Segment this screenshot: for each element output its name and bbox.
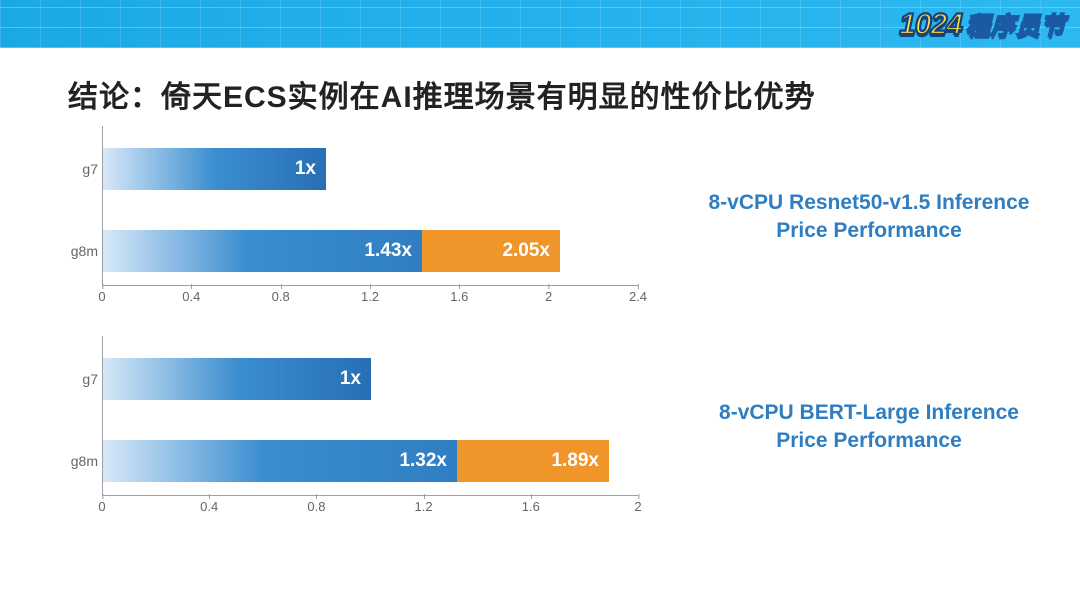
x-tick: 0.4 xyxy=(200,499,218,514)
plot-area: 1x 1.32x 1.89x xyxy=(102,336,638,496)
chart-title-resnet: 8-vCPU Resnet50-v1.5 Inference Price Per… xyxy=(638,189,1080,246)
x-tick: 0.8 xyxy=(272,289,290,304)
bar-label: 1.32x xyxy=(399,450,447,472)
x-tick: 1.6 xyxy=(522,499,540,514)
bar-segment-g8m-1: 1.43x xyxy=(103,230,422,272)
bar-g8m: 1.43x 2.05x xyxy=(103,230,560,272)
x-tick: 1.2 xyxy=(361,289,379,304)
x-tick: 0.4 xyxy=(182,289,200,304)
x-tick: 2 xyxy=(545,289,552,304)
event-badge-number: 1024 xyxy=(899,8,962,42)
event-badge: 1024 程序员节 xyxy=(899,6,1066,42)
y-axis-label-g8m: g8m xyxy=(48,243,98,259)
chart-resnet: g7 g8m 1x 1.43x 2.05x xyxy=(48,126,638,308)
event-badge-text: 程序员节 xyxy=(966,6,1066,41)
bar-g7: 1x xyxy=(103,148,326,190)
y-axis-label-g7: g7 xyxy=(48,161,98,177)
bar-segment-g7: 1x xyxy=(103,358,371,400)
bar-segment-g8m-2: 2.05x xyxy=(422,230,560,272)
y-axis-label-g7: g7 xyxy=(48,371,98,387)
charts-container: g7 g8m 1x 1.43x 2.05x xyxy=(0,126,1080,518)
x-axis: 0 0.4 0.8 1.2 1.6 2 xyxy=(102,496,638,518)
top-banner: 1024 程序员节 xyxy=(0,0,1080,48)
bar-segment-g8m-1: 1.32x xyxy=(103,440,457,482)
chart-title-bert: 8-vCPU BERT-Large Inference Price Perfor… xyxy=(638,399,1080,456)
x-tick: 0.8 xyxy=(307,499,325,514)
chart-row-resnet: g7 g8m 1x 1.43x 2.05x xyxy=(48,126,1080,308)
bar-g7: 1x xyxy=(103,358,371,400)
bar-label: 1x xyxy=(340,368,361,390)
x-axis: 0 0.4 0.8 1.2 1.6 2 2.4 xyxy=(102,286,638,308)
x-tick: 2.4 xyxy=(629,289,647,304)
x-tick: 1.2 xyxy=(415,499,433,514)
page-title: 结论：倚天ECS实例在AI推理场景有明显的性价比优势 xyxy=(0,48,1080,126)
chart-bert: g7 g8m 1x 1.32x 1.89x xyxy=(48,336,638,518)
chart-row-bert: g7 g8m 1x 1.32x 1.89x xyxy=(48,336,1080,518)
bar-segment-g7: 1x xyxy=(103,148,326,190)
x-tick: 0 xyxy=(98,289,105,304)
plot-area: 1x 1.43x 2.05x xyxy=(102,126,638,286)
x-tick: 1.6 xyxy=(450,289,468,304)
bar-label: 1.89x xyxy=(551,450,599,472)
bar-segment-g8m-2: 1.89x xyxy=(457,440,609,482)
bar-label: 2.05x xyxy=(502,240,550,262)
bar-g8m: 1.32x 1.89x xyxy=(103,440,609,482)
x-tick: 2 xyxy=(634,499,641,514)
x-tick: 0 xyxy=(98,499,105,514)
bar-label: 1.43x xyxy=(364,240,412,262)
y-axis-label-g8m: g8m xyxy=(48,453,98,469)
bar-label: 1x xyxy=(295,158,316,180)
